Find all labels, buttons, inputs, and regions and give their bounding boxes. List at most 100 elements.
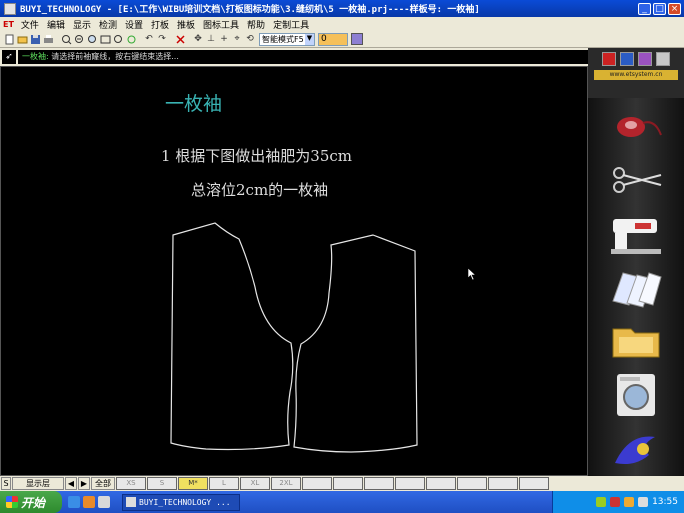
undo-icon[interactable]: ↶ <box>143 33 155 45</box>
plus-point-icon[interactable]: + <box>218 33 230 45</box>
tray-icon[interactable] <box>596 497 607 507</box>
mouse-cursor-icon <box>467 267 477 281</box>
front-bodice-outline <box>293 234 418 453</box>
mode-select[interactable]: 智能模式F5 ▼ <box>259 32 315 46</box>
desktop-icon[interactable] <box>98 496 110 508</box>
arrow-icon[interactable]: ➶ <box>2 50 16 64</box>
taskbar-app-button[interactable]: BUYI_TECHNOLOGY ... <box>122 493 240 511</box>
size-cell[interactable]: 2XL <box>271 477 301 490</box>
size-cell[interactable] <box>333 477 363 490</box>
size-cell[interactable]: XL <box>240 477 270 490</box>
panel-icons <box>602 52 670 66</box>
delete-icon[interactable] <box>174 33 186 45</box>
print-icon[interactable] <box>42 33 54 45</box>
bobbin-icon[interactable] <box>606 101 666 149</box>
size-cell[interactable]: L <box>209 477 239 490</box>
redo-icon[interactable]: ↷ <box>156 33 168 45</box>
title-bar: BUYI_TECHNOLOGY - [E:\工作\WIBU培训文档\打板图标功能… <box>0 0 684 17</box>
size-cell[interactable]: S <box>147 477 177 490</box>
toolbar-separator <box>55 33 59 45</box>
orthogonal-icon[interactable]: ⊥ <box>205 33 217 45</box>
menu-view[interactable]: 显示 <box>69 18 95 31</box>
right-panel-header: www.etsystem.cn <box>588 48 684 98</box>
tray-icon[interactable] <box>624 497 635 507</box>
window-title: BUYI_TECHNOLOGY - [E:\工作\WIBU培训文档\打板图标功能… <box>20 5 480 15</box>
tool-strip <box>588 98 684 476</box>
zoom-window-icon[interactable] <box>86 33 98 45</box>
ie-icon[interactable] <box>68 496 80 508</box>
paper-pattern-icon[interactable] <box>606 263 666 311</box>
size-cell[interactable] <box>426 477 456 490</box>
purple-book-icon[interactable] <box>638 52 652 66</box>
start-button[interactable]: 开始 <box>0 491 62 513</box>
red-book-icon[interactable] <box>602 52 616 66</box>
maximize-button[interactable]: □ <box>653 2 666 15</box>
prompt-text: 一枚袖: 请选择前袖窿线，按右键结束选择... <box>18 50 588 64</box>
scissors-icon[interactable] <box>606 155 666 203</box>
size-cell[interactable] <box>488 477 518 490</box>
start-label: 开始 <box>21 495 46 510</box>
settings-panel-icon[interactable] <box>351 33 363 45</box>
size-cell[interactable]: XS <box>116 477 146 490</box>
save-icon[interactable] <box>29 33 41 45</box>
clock: 13:55 <box>652 497 678 507</box>
website-url[interactable]: www.etsystem.cn <box>594 70 678 80</box>
menu-custom-tools[interactable]: 定制工具 <box>269 18 313 31</box>
folder-icon[interactable] <box>606 317 666 365</box>
et-logo: ET <box>3 19 14 29</box>
all-sizes-button[interactable]: 全部 <box>91 477 115 490</box>
prompt-message: 请选择前袖窿线，按右键结束选择... <box>51 52 179 61</box>
system-tray: 13:55 <box>552 491 684 513</box>
refresh-icon[interactable] <box>125 33 137 45</box>
size-cell[interactable] <box>519 477 549 490</box>
new-file-icon[interactable] <box>3 33 15 45</box>
size-cell[interactable] <box>395 477 425 490</box>
size-cell[interactable] <box>364 477 394 490</box>
right-tool-panel: www.etsystem.cn <box>588 48 684 476</box>
show-layer-button[interactable]: 显示层 <box>12 477 64 490</box>
move-icon[interactable]: ✥ <box>192 33 204 45</box>
drawing-canvas[interactable]: 一枚袖 1 根据下图做出袖肥为35cm 总溶位2cm的一枚袖 <box>0 66 588 476</box>
menu-help[interactable]: 帮助 <box>243 18 269 31</box>
number-input[interactable]: 0 <box>318 32 348 46</box>
crosshair-icon[interactable]: ⌖ <box>231 33 243 45</box>
size-cell[interactable] <box>302 477 332 490</box>
menu-edit[interactable]: 编辑 <box>43 18 69 31</box>
toolbar: ↶ ↷ ✥ ⊥ + ⌖ ⟲ 智能模式F5 ▼ 0 <box>0 31 684 48</box>
s-toggle[interactable]: S <box>1 477 11 490</box>
volume-icon[interactable] <box>638 497 649 507</box>
fit-screen-icon[interactable] <box>99 33 111 45</box>
open-folder-icon[interactable] <box>16 33 28 45</box>
size-cell-active[interactable]: M* <box>178 477 208 490</box>
zoom-out-icon[interactable] <box>73 33 85 45</box>
menu-bar: ET 文件 编辑 显示 检测 设置 打板 推板 图标工具 帮助 定制工具 <box>0 17 684 31</box>
close-button[interactable]: × <box>668 2 681 15</box>
tray-icon[interactable] <box>610 497 621 507</box>
media-player-icon[interactable] <box>83 496 95 508</box>
gray-book-icon[interactable] <box>656 52 670 66</box>
menu-icon-tools[interactable]: 图标工具 <box>199 18 243 31</box>
size-cell[interactable] <box>457 477 487 490</box>
window-controls: _ □ × <box>638 2 681 15</box>
mode-select-value: 智能模式F5 <box>262 34 304 44</box>
menu-pattern[interactable]: 打板 <box>147 18 173 31</box>
minimize-button[interactable]: _ <box>638 2 651 15</box>
washing-machine-icon[interactable] <box>606 371 666 419</box>
zoom-in-icon[interactable] <box>60 33 72 45</box>
blue-book-icon[interactable] <box>620 52 634 66</box>
windows-flag-icon <box>6 496 18 508</box>
menu-check[interactable]: 检测 <box>95 18 121 31</box>
menu-grading[interactable]: 推板 <box>173 18 199 31</box>
next-arrow-icon[interactable]: ▶ <box>78 477 90 490</box>
chevron-down-icon[interactable]: ▼ <box>305 33 314 45</box>
bodice-pattern-drawing <box>170 222 418 453</box>
zoom-previous-icon[interactable] <box>112 33 124 45</box>
menu-file[interactable]: 文件 <box>17 18 43 31</box>
logo-swirl-icon[interactable] <box>606 425 666 473</box>
prev-arrow-icon[interactable]: ◀ <box>65 477 77 490</box>
app-icon <box>4 2 16 15</box>
prompt-row: ➶ 一枚袖: 请选择前袖窿线，按右键结束选择... <box>0 48 684 66</box>
rotate-icon[interactable]: ⟲ <box>244 33 256 45</box>
sewing-machine-icon[interactable] <box>606 209 666 257</box>
menu-settings[interactable]: 设置 <box>121 18 147 31</box>
